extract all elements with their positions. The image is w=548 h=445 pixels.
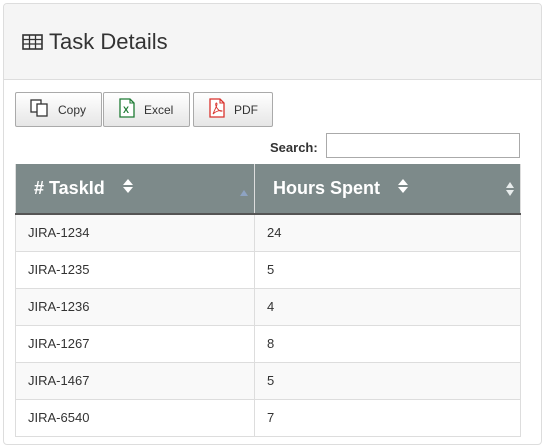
taskid-cell: JIRA-1236 [15, 287, 255, 326]
copy-icon [30, 99, 50, 120]
pdf-button[interactable]: PDF [193, 92, 273, 127]
table-row[interactable]: JIRA-1267 8 [15, 324, 521, 363]
table-row[interactable]: JIRA-1235 5 [15, 250, 521, 289]
sort-icon [122, 178, 134, 199]
taskid-cell: JIRA-1234 [15, 213, 255, 252]
pdf-icon [208, 98, 226, 121]
excel-button-label: Excel [144, 102, 174, 117]
excel-icon: X [118, 98, 136, 121]
hours-cell: 5 [254, 361, 521, 400]
task-table-container: # TaskId Hours Spent JIRA-1234 24 JIRA-1… [15, 164, 521, 437]
svg-text:X: X [123, 105, 129, 115]
panel-heading: Task Details [4, 4, 541, 80]
search-input[interactable] [326, 133, 520, 158]
pdf-button-label: PDF [234, 102, 258, 117]
taskid-cell: JIRA-1235 [15, 250, 255, 289]
taskid-cell: JIRA-1467 [15, 361, 255, 400]
column-header-hours-spent[interactable]: Hours Spent [254, 164, 521, 215]
taskid-cell: JIRA-1267 [15, 324, 255, 363]
sort-asc-indicator-icon [240, 180, 248, 201]
column-header-taskid[interactable]: # TaskId [15, 164, 255, 215]
table-row[interactable]: JIRA-1234 24 [15, 213, 521, 252]
column-header-label: # TaskId [34, 177, 105, 198]
table-row[interactable]: JIRA-6540 7 [15, 398, 521, 437]
hours-cell: 8 [254, 324, 521, 363]
hours-cell: 7 [254, 398, 521, 437]
column-header-label: Hours Spent [273, 177, 381, 198]
search-label: Search: [270, 140, 318, 155]
sort-both-indicator-icon [506, 180, 514, 201]
copy-button-label: Copy [58, 102, 87, 117]
page-title: Task Details [49, 28, 168, 54]
task-table: # TaskId Hours Spent JIRA-1234 24 JIRA-1… [15, 164, 521, 437]
table-row[interactable]: JIRA-1236 4 [15, 287, 521, 326]
copy-button[interactable]: Copy [15, 92, 102, 127]
hours-cell: 4 [254, 287, 521, 326]
table-row[interactable]: JIRA-1467 5 [15, 361, 521, 400]
table-header-row: # TaskId Hours Spent [15, 164, 521, 215]
hours-cell: 5 [254, 250, 521, 289]
table-grid-icon [22, 33, 43, 50]
excel-button[interactable]: X Excel [103, 92, 190, 127]
hours-cell: 24 [254, 213, 521, 252]
sort-icon [397, 178, 409, 199]
taskid-cell: JIRA-6540 [15, 398, 255, 437]
